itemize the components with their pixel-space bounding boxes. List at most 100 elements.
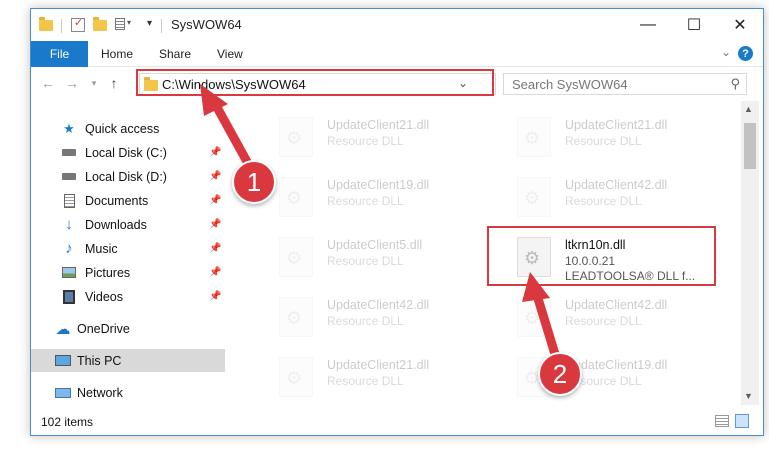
picture-icon: [61, 265, 77, 281]
sidebar-item-onedrive[interactable]: ☁ OneDrive: [31, 317, 225, 340]
sidebar-item-local-disk-c[interactable]: Local Disk (C:) 📌: [31, 141, 225, 164]
new-folder-icon[interactable]: [93, 17, 107, 31]
dll-file-icon: ⚙: [279, 297, 313, 337]
sidebar-item-videos[interactable]: Videos 📌: [31, 285, 225, 308]
sidebar-item-pictures[interactable]: Pictures 📌: [31, 261, 225, 284]
pin-icon[interactable]: 📌: [209, 267, 221, 278]
file-item[interactable]: ⚙ UpdateClient42.dll Resource DLL: [495, 169, 727, 225]
file-detail: Resource DLL: [327, 134, 404, 148]
navigation-pane: ★ Quick access Local Disk (C:) 📌 Local D…: [31, 101, 227, 405]
file-item[interactable]: ⚙ UpdateClient19.dll Resource DLL: [495, 349, 727, 405]
pin-icon[interactable]: 📌: [209, 219, 221, 230]
computer-icon: [55, 353, 71, 369]
sidebar-item-music[interactable]: ♪ Music 📌: [31, 237, 225, 260]
scroll-up-icon[interactable]: ▲: [744, 104, 753, 114]
close-button[interactable]: ✕: [717, 9, 763, 41]
folder-icon: [144, 77, 158, 91]
ribbon: File Home Share View ⌄ ?: [31, 41, 763, 67]
chevron-down-icon[interactable]: ⌄: [721, 45, 731, 59]
address-bar[interactable]: C:\Windows\SysWOW64 ⌄ ↻: [139, 73, 592, 95]
music-icon: ♪: [65, 240, 73, 257]
quick-access-dropdown-icon[interactable]: ▾: [147, 18, 152, 29]
file-detail: Resource DLL: [327, 314, 404, 328]
minimize-button[interactable]: —: [625, 9, 671, 41]
file-item[interactable]: ⚙ UpdateClient42.dll Resource DLL: [257, 289, 489, 345]
tab-home[interactable]: Home: [101, 47, 133, 61]
dll-file-icon: ⚙: [279, 177, 313, 217]
tab-share[interactable]: Share: [159, 47, 191, 61]
properties-icon[interactable]: ✓: [71, 17, 85, 32]
item-count: 102 items: [41, 415, 94, 429]
drive-icon: [61, 169, 77, 185]
tab-view[interactable]: View: [217, 47, 243, 61]
file-list: ⚙ UpdateClient21.dll Resource DLL ⚙ UpdateCl…: [227, 101, 741, 405]
gear-icon: ⚙: [286, 308, 303, 328]
help-icon[interactable]: ?: [738, 46, 753, 61]
file-detail: Resource DLL: [565, 134, 642, 148]
file-item[interactable]: ⚙ UpdateClient21.dll Resource DLL: [495, 109, 727, 165]
sidebar-item-network[interactable]: Network: [31, 381, 225, 404]
sidebar-item-this-pc[interactable]: This PC: [31, 349, 225, 372]
pin-icon[interactable]: 📌: [209, 243, 221, 254]
file-name: UpdateClient21.dll: [327, 118, 430, 132]
customize-toolbar-icon[interactable]: ▾: [115, 18, 131, 32]
file-name: UpdateClient5.dll: [327, 238, 423, 252]
file-detail: Resource DLL: [327, 194, 404, 208]
file-name: UpdateClient42.dll: [565, 178, 668, 192]
pin-icon[interactable]: 📌: [209, 171, 221, 182]
dll-file-icon: ⚙: [517, 117, 551, 157]
file-detail: Resource DLL: [565, 194, 642, 208]
up-arrow-icon[interactable]: ↑: [105, 73, 123, 93]
file-name: UpdateClient21.dll: [327, 358, 430, 372]
file-name: UpdateClient21.dll: [565, 118, 668, 132]
pin-icon[interactable]: 📌: [209, 291, 221, 302]
sidebar-item-quick-access[interactable]: ★ Quick access: [31, 117, 225, 140]
recent-locations-icon[interactable]: ▾: [85, 73, 103, 93]
sidebar-item-label: OneDrive: [77, 321, 130, 336]
sidebar-item-local-disk-d[interactable]: Local Disk (D:) 📌: [31, 165, 225, 188]
gear-icon: ⚙: [286, 368, 303, 388]
file-item[interactable]: ⚙ ltkrn10n.dll 10.0.0.21 LEADTOOLSA® DLL f.…: [495, 229, 727, 285]
document-icon: [61, 193, 77, 209]
scrollbar-thumb[interactable]: [744, 123, 756, 169]
divider: [161, 19, 162, 33]
dll-file-icon: ⚙: [279, 117, 313, 157]
sidebar-item-label: Local Disk (D:): [85, 169, 167, 184]
dll-file-icon: ⚙: [517, 297, 551, 337]
file-item[interactable]: ⚙ UpdateClient21.dll Resource DLL: [257, 109, 489, 165]
details-view-icon[interactable]: [715, 415, 729, 427]
file-name: UpdateClient42.dll: [565, 298, 668, 312]
maximize-button[interactable]: ☐: [671, 9, 717, 41]
dll-file-icon: ⚙: [517, 177, 551, 217]
gear-icon: ⚙: [286, 248, 303, 268]
file-name: ltkrn10n.dll: [565, 238, 626, 252]
sidebar-item-label: This PC: [77, 353, 122, 368]
address-path[interactable]: C:\Windows\SysWOW64: [162, 77, 306, 92]
sidebar-item-label: Local Disk (C:): [85, 145, 167, 160]
tab-file[interactable]: File: [31, 41, 88, 67]
search-input[interactable]: Search SysWOW64 ⚲: [503, 73, 747, 95]
file-item[interactable]: ⚙ UpdateClient21.dll Resource DLL: [257, 349, 489, 405]
star-icon: ★: [63, 120, 75, 136]
vertical-scrollbar[interactable]: ▲ ▼: [741, 101, 759, 405]
tiles-view-icon[interactable]: [735, 414, 749, 428]
sidebar-item-label: Downloads: [85, 217, 147, 232]
back-arrow-icon[interactable]: ←: [39, 73, 57, 93]
file-item[interactable]: ⚙ UpdateClient42.dll Resource DLL: [495, 289, 727, 345]
callout-2: 2: [538, 352, 582, 396]
scroll-down-icon[interactable]: ▼: [744, 391, 753, 401]
pin-icon[interactable]: 📌: [209, 195, 221, 206]
forward-arrow-icon[interactable]: →: [63, 73, 81, 93]
file-item[interactable]: ⚙ UpdateClient19.dll Resource DLL: [257, 169, 489, 225]
sidebar-item-downloads[interactable]: ↓ Downloads 📌: [31, 213, 225, 236]
pin-icon[interactable]: 📌: [209, 147, 221, 158]
sidebar-item-documents[interactable]: Documents 📌: [31, 189, 225, 212]
file-detail: Resource DLL: [565, 314, 642, 328]
folder-icon: [39, 17, 53, 31]
chevron-down-icon[interactable]: ⌄: [458, 76, 468, 90]
search-icon[interactable]: ⚲: [730, 76, 740, 92]
file-item[interactable]: ⚙ UpdateClient5.dll Resource DLL: [257, 229, 489, 285]
window-title: SysWOW64: [171, 17, 242, 32]
callout-1: 1: [232, 160, 276, 204]
dll-file-icon: ⚙: [517, 237, 551, 277]
